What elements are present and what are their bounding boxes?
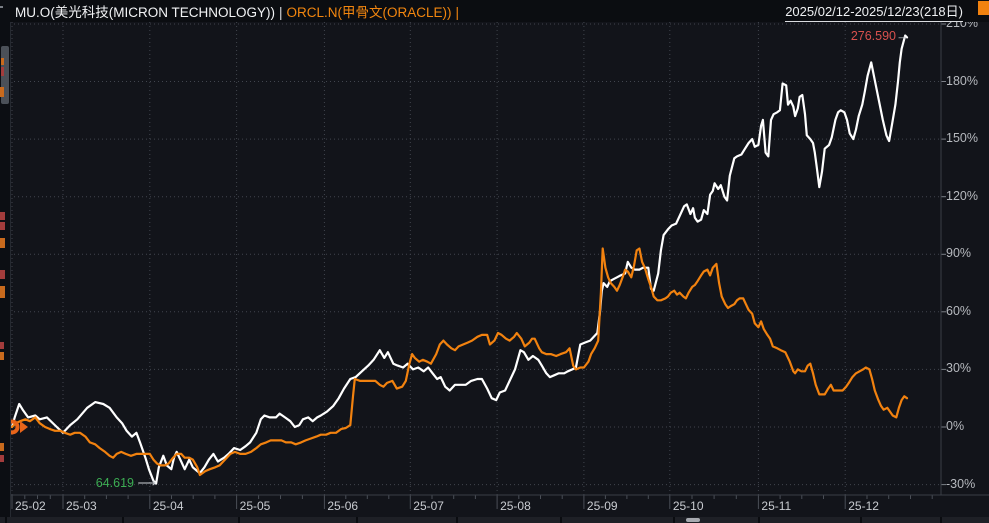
y-axis-label: 30% [946,361,972,376]
left-edge-mark [0,222,5,230]
min-arrow-icon: ⟶ [137,474,157,490]
y-axis-label: 60% [946,303,972,318]
chart-header-bar: MU.O(美光科技(MICRON TECHNOLOGY)) | ORCL.N(甲骨文… [10,0,989,22]
left-edge-mark [0,212,5,220]
y-axis-label: -30% [946,476,976,491]
corner-color-swatch[interactable] [978,1,989,15]
x-axis-label: 25-10 [672,499,704,513]
scrollbar-thumb[interactable] [686,518,700,522]
date-range-selector[interactable]: 2025/02/12-2025/12/23(218日) [785,1,981,22]
stock-comparison-chart-panel: MU.O(美光科技(MICRON TECHNOLOGY)) | ORCL.N(甲骨文… [0,0,989,523]
x-axis-label: 25-09 [586,499,618,513]
scrollbar-separator [5,517,7,523]
scrollbar-separator [238,517,240,523]
start-point-arrow-icon [20,421,28,433]
scrollbar-separator [940,517,942,523]
y-axis-label: 180% [946,73,978,88]
scrollbar-separator [560,517,562,523]
y-axis-label: 0% [946,419,965,433]
scrollbar-separator [758,517,760,523]
scrollbar-separator [356,517,358,523]
max-price-annotation: 276.590→ [851,28,909,43]
x-axis-label: 25-11 [761,499,792,513]
left-edge-mark [0,352,4,360]
chart-plot-area[interactable] [0,0,989,523]
series-ORCL.N [10,247,909,477]
min-price-annotation: 64.619 ⟶ [96,475,156,491]
scrollbar-separator [673,517,675,523]
left-edge-mark [0,87,4,97]
legend-trailing-separator: | [455,5,460,20]
left-edge-mark [0,286,5,298]
legend-separator: | [279,5,283,20]
left-edge-mark [0,342,4,349]
x-axis-label: 25-05 [239,499,271,513]
legend-orcl-label: ORCL.N(甲骨文(ORACLE)) [286,5,452,20]
date-range-label[interactable]: 2025/02/12-2025/12/23(218日) [785,1,963,22]
min-price-value: 64.619 [95,475,134,490]
left-edge-mark [1,67,4,76]
max-price-value: 276.590 [850,29,896,44]
scrollbar-separator [456,517,458,523]
y-axis-label: 120% [946,188,978,203]
x-axis-label: 25-08 [500,499,531,513]
legend: MU.O(美光科技(MICRON TECHNOLOGY)) | ORCL.N(甲骨文… [15,1,459,21]
left-edge-strip [0,0,11,523]
x-axis-label: 25-04 [152,499,184,513]
legend-mu-label: MU.O(美光科技(MICRON TECHNOLOGY)) [15,5,275,20]
left-edge-mark [0,443,4,451]
horizontal-scrollbar[interactable] [0,517,989,523]
y-axis-label: 90% [946,246,972,261]
left-edge-mark [1,58,4,65]
x-axis-label: 25-12 [848,499,879,513]
left-edge-mark [0,455,4,462]
x-axis-label: 25-06 [327,499,359,513]
left-edge-mark [0,270,5,279]
left-corner-dash [0,6,3,8]
scrollbar-separator [122,517,124,523]
y-axis-label: 150% [946,131,978,146]
max-arrow-icon: → [896,28,909,44]
x-axis-label: 25-03 [66,499,97,513]
left-edge-mark [0,238,5,248]
x-axis-label: 25-02 [15,499,46,513]
series-MU.O [10,34,909,485]
scrollbar-separator [860,517,862,523]
x-axis-label: 25-07 [413,499,444,513]
